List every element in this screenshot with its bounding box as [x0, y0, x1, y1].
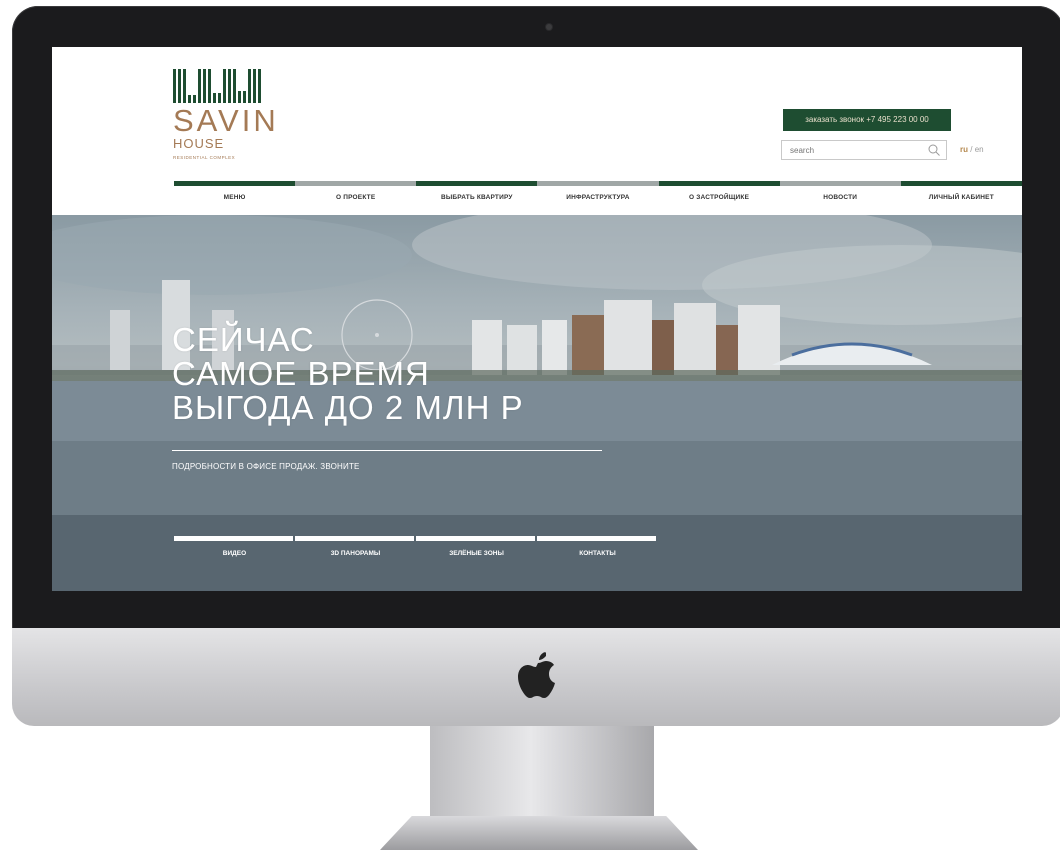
apple-logo-icon: [518, 652, 555, 698]
hero-tab-bar: [416, 536, 535, 541]
search-icon[interactable]: [928, 144, 940, 156]
hero-banner: СЕЙЧАС САМОЕ ВРЕМЯ ВЫГОДА ДО 2 МЛН Р ПОД…: [52, 215, 1022, 591]
logo-house: HOUSE: [173, 136, 225, 151]
main-nav: МЕНЮ О ПРОЕКТЕ ВЫБРАТЬ КВАРТИРУ ИНФРАСТР…: [174, 181, 1022, 215]
hero-tab-label: КОНТАКТЫ: [579, 550, 616, 557]
nav-label: О ПРОЕКТЕ: [335, 194, 376, 201]
callback-label: заказать звонок: [805, 115, 865, 124]
callback-button[interactable]: заказать звонок +7 495 223 00 00: [783, 109, 951, 131]
screen: SAVIN HOUSE RESIDENTIAL COMPLEX заказать…: [52, 47, 1022, 591]
hero-title: СЕЙЧАС САМОЕ ВРЕМЯ ВЫГОДА ДО 2 МЛН Р: [172, 323, 524, 425]
hero-title-line: ВЫГОДА ДО 2 МЛН Р: [172, 389, 524, 426]
nav-item-about[interactable]: О ПРОЕКТЕ: [295, 181, 417, 215]
logo[interactable]: SAVIN HOUSE RESIDENTIAL COMPLEX: [173, 69, 293, 169]
monitor-stand-base: [380, 816, 698, 850]
hero-tab-video[interactable]: ВИДЕО: [174, 536, 295, 566]
nav-item-menu[interactable]: МЕНЮ: [174, 181, 296, 215]
nav-bar: [658, 181, 780, 186]
lang-separator: /: [970, 145, 973, 154]
nav-bar: [900, 181, 1022, 186]
hero-tab-bar: [174, 536, 293, 541]
logo-mark-icon: [173, 69, 293, 103]
nav-item-news[interactable]: НОВОСТИ: [779, 181, 901, 215]
site-header: SAVIN HOUSE RESIDENTIAL COMPLEX заказать…: [52, 47, 1022, 215]
nav-label: ИНФРАСТРУКТУРА: [566, 194, 630, 201]
nav-label: О ЗАСТРОЙЩИКЕ: [688, 194, 750, 201]
nav-label: НОВОСТИ: [823, 194, 858, 201]
phone-number: +7 495 223 00 00: [866, 115, 929, 124]
nav-label: ВЫБРАТЬ КВАРТИРУ: [440, 194, 513, 201]
nav-item-developer[interactable]: О ЗАСТРОЙЩИКЕ: [658, 181, 780, 215]
nav-bar: [416, 181, 538, 186]
nav-item-choose-apartment[interactable]: ВЫБРАТЬ КВАРТИРУ: [416, 181, 538, 215]
hero-title-line: СЕЙЧАС: [172, 321, 315, 358]
hero-title-line: САМОЕ ВРЕМЯ: [172, 355, 430, 392]
nav-item-account[interactable]: ЛИЧНЫЙ КАБИНЕТ: [900, 181, 1022, 215]
logo-name: SAVIN: [173, 103, 279, 138]
nav-bar: [295, 181, 417, 186]
nav-bar: [174, 181, 296, 186]
lang-en-link[interactable]: en: [975, 145, 984, 154]
hero-divider: [172, 450, 602, 451]
search-input[interactable]: [782, 141, 930, 159]
hero-subtitle: ПОДРОБНОСТИ В ОФИСЕ ПРОДАЖ. ЗВОНИТЕ: [172, 462, 360, 471]
language-switcher: ru / en: [960, 145, 984, 154]
hero-tab-label: ЗЕЛЁНЫЕ ЗОНЫ: [449, 550, 504, 557]
hero-tab-green-zones[interactable]: ЗЕЛЁНЫЕ ЗОНЫ: [416, 536, 537, 566]
hero-tab-bar: [295, 536, 414, 541]
nav-bar: [779, 181, 901, 186]
hero-tab-label: 3D ПАНОРАМЫ: [330, 550, 381, 557]
hero-tab-label: ВИДЕО: [222, 550, 247, 557]
nav-bar: [537, 181, 659, 186]
nav-label: ЛИЧНЫЙ КАБИНЕТ: [928, 194, 994, 201]
monitor-stand: [430, 726, 654, 820]
hero-tabs: ВИДЕО 3D ПАНОРАМЫ ЗЕЛЁНЫЕ ЗОНЫ КОНТАКТЫ: [174, 536, 658, 566]
hero-tab-contacts[interactable]: КОНТАКТЫ: [537, 536, 658, 566]
logo-subtitle: RESIDENTIAL COMPLEX: [173, 155, 236, 160]
search-box: [781, 140, 947, 160]
nav-label: МЕНЮ: [223, 194, 246, 201]
hero-tab-bar: [537, 536, 656, 541]
lang-ru-link[interactable]: ru: [960, 145, 968, 154]
hero-tab-3d-panoramas[interactable]: 3D ПАНОРАМЫ: [295, 536, 416, 566]
nav-item-infrastructure[interactable]: ИНФРАСТРУКТУРА: [537, 181, 659, 215]
camera-icon: [546, 24, 552, 30]
